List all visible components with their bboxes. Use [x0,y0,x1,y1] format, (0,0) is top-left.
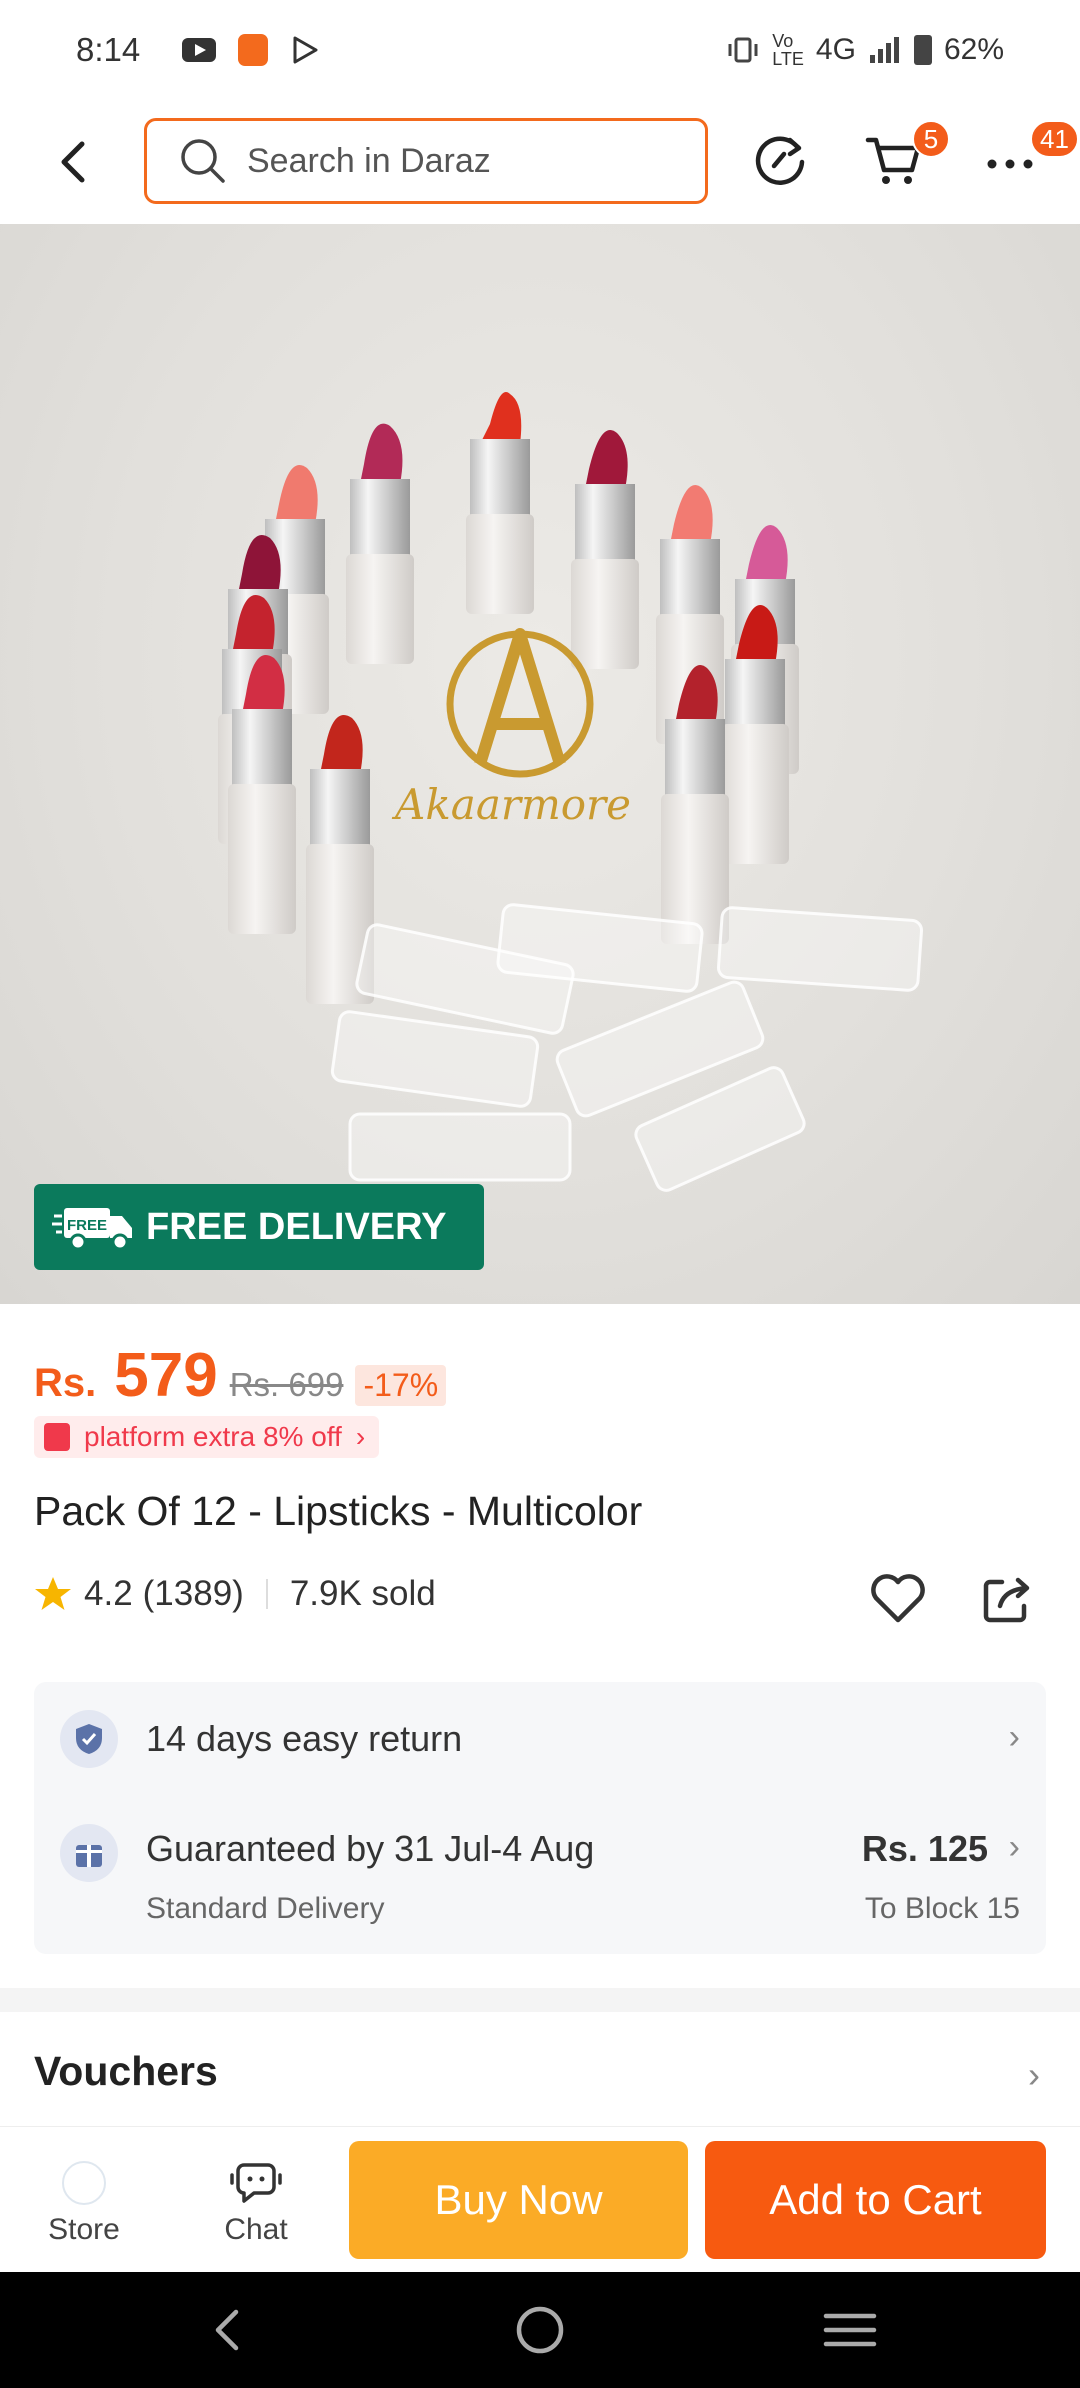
chevron-right-icon[interactable]: › [1028,2054,1040,2096]
back-icon[interactable] [50,134,94,190]
search-placeholder: Search in Daraz [247,141,491,180]
vouchers-heading[interactable]: Vouchers [34,2048,218,2095]
add-to-cart-button[interactable]: Add to Cart [705,2141,1046,2259]
voucher-icon [44,1423,70,1451]
chat-button[interactable]: Chat [206,2161,306,2247]
divider [265,1579,268,1609]
play-store-icon [293,36,318,64]
bottom-action-bar: Store Chat Buy Now Add to Cart [0,2126,1080,2272]
shield-check-icon [60,1710,118,1768]
heart-icon[interactable] [868,1570,928,1626]
clear-caps [330,903,924,1192]
chat-icon [230,2163,282,2203]
chevron-right-icon[interactable]: › [1009,1828,1020,1867]
free-delivery-badge: FREE FREE DELIVERY [34,1184,484,1270]
search-icon [181,139,225,183]
price-original: Rs. 699 [229,1366,344,1403]
free-delivery-label: FREE DELIVERY [146,1205,447,1248]
rating-value: 4.2 [84,1574,133,1613]
nav-home-icon[interactable] [512,2304,568,2356]
platform-promo[interactable]: platform extra 8% off › [34,1416,380,1458]
nav-menu-icon[interactable] [822,2304,878,2356]
network-type: 4G [815,33,856,66]
delivery-guarantee[interactable]: Guaranteed by 31 Jul-4 Aug [146,1828,594,1870]
chevron-right-icon[interactable]: › [1009,1718,1020,1757]
star-icon [35,1577,71,1610]
rating-row[interactable]: 4.2 (1389) 7.9K sold [34,1574,436,1614]
chat-label: Chat [224,2213,288,2246]
more-badge: 41 [1030,120,1079,158]
status-time: 8:14 [76,31,141,68]
app-notification-icon [238,34,269,66]
brand-logo-text: Akaarmore [391,780,631,829]
price-currency: Rs. [34,1361,97,1405]
section-divider [0,1988,1080,2012]
nav-back-icon[interactable] [200,2304,256,2356]
store-logo [62,2161,106,2205]
app-header: Search in Daraz 5 41 [0,100,1080,224]
review-count: (1389) [142,1574,244,1613]
gift-icon [60,1824,118,1882]
product-image[interactable]: Akaarmore FREE FREE DELIVERY [0,224,1080,1304]
battery-level: 62% [943,33,1004,66]
free-icon-text: FREE [67,1217,107,1234]
price-row: Rs. 579 Rs. 699 -17% [34,1340,447,1411]
search-input[interactable]: Search in Daraz [144,118,708,204]
delivery-price: Rs. 125 [861,1828,988,1869]
share-icon[interactable] [980,1572,1034,1626]
price-current: 579 [114,1341,218,1410]
youtube-icon [182,38,217,62]
status-bar: 8:14 Vo LTE 4G 62% [0,0,1080,100]
discount-badge: -17% [355,1365,447,1406]
signal-icon [869,37,899,63]
volte-icon: Vo LTE [772,31,804,69]
product-title: Pack Of 12 - Lipsticks - Multicolor [34,1488,643,1534]
delivery-location: To Block 15 [864,1892,1020,1925]
lipstick-photo: Akaarmore [218,392,924,1192]
store-button[interactable]: Store [34,2161,134,2247]
buy-now-button[interactable]: Buy Now [349,2141,688,2259]
store-label: Store [48,2213,120,2246]
promo-label: platform extra 8% off [84,1421,342,1452]
chevron-right-icon: › [355,1421,366,1452]
cart-badge: 5 [912,120,950,158]
system-nav-bar [0,2272,1080,2388]
sold-count: 7.9K sold [289,1574,436,1613]
battery-icon [913,35,932,65]
vibrate-icon [728,37,758,63]
service-card: 14 days easy return › Guaranteed by 31 J… [34,1682,1046,1954]
delivery-truck-icon: FREE [52,1208,132,1251]
delivery-type: Standard Delivery [146,1892,385,1925]
refresh-icon[interactable] [748,128,812,192]
return-policy[interactable]: 14 days easy return [146,1718,462,1760]
